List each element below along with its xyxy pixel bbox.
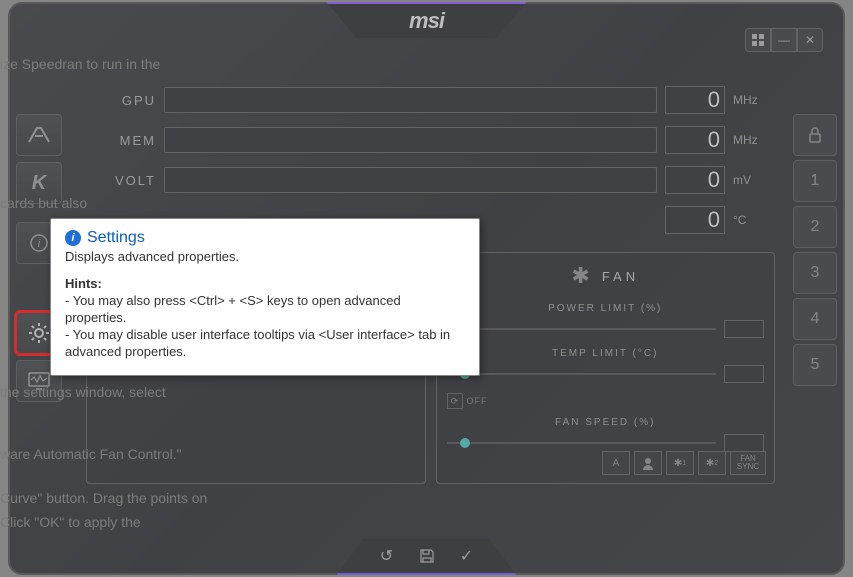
- gpu-unit: MHz: [733, 93, 775, 107]
- power-limit-label: POWER LIMIT (%): [447, 303, 765, 314]
- auto-a-button[interactable]: A: [602, 451, 630, 475]
- windows-button[interactable]: [745, 28, 771, 52]
- auto-icon: ⟳: [447, 393, 463, 409]
- profile-1-button[interactable]: 1: [793, 160, 837, 202]
- mem-value: 0: [665, 126, 725, 154]
- fan-auto-toggle[interactable]: ⟳ OFF: [447, 393, 765, 409]
- profile-3-button[interactable]: 3: [793, 252, 837, 294]
- fan-panel: ✱ FAN POWER LIMIT (%) TEMP LIMIT (°C): [436, 252, 776, 484]
- save-button[interactable]: [413, 544, 441, 568]
- tooltip-desc: Displays advanced properties.: [65, 249, 465, 264]
- tooltip-hint-2: - You may disable user interface tooltip…: [65, 327, 465, 361]
- user-button[interactable]: [634, 451, 662, 475]
- apply-button[interactable]: ✓: [453, 544, 481, 568]
- volt-label: VOLT: [86, 173, 156, 188]
- power-limit-value[interactable]: [724, 320, 764, 338]
- fan-speed-label: FAN SPEED (%): [447, 417, 765, 428]
- window-controls: — ✕: [745, 28, 823, 52]
- gpu-value: 0: [665, 86, 725, 114]
- svg-text:i: i: [38, 238, 41, 250]
- tooltip-hints-label: Hints:: [65, 276, 465, 291]
- lock-button[interactable]: [793, 114, 837, 156]
- temp-limit-slider[interactable]: [447, 373, 717, 375]
- minimize-button[interactable]: —: [771, 28, 797, 52]
- auto-label: OFF: [467, 396, 488, 406]
- temp-unit: °C: [733, 213, 775, 227]
- mem-readout: MEM 0 MHz: [86, 124, 775, 156]
- gpu-bar: [164, 87, 657, 113]
- volt-unit: mV: [733, 173, 775, 187]
- tooltip-title: Settings: [87, 229, 145, 247]
- mem-bar: [164, 127, 657, 153]
- gaming-mode-button[interactable]: [16, 114, 62, 156]
- readouts: GPU 0 MHz MEM 0 MHz VOLT 0 mV 0 °: [86, 84, 775, 236]
- reset-button[interactable]: ↺: [373, 544, 401, 568]
- volt-value: 0: [665, 166, 725, 194]
- tooltip-hint-1: - You may also press <Ctrl> + <S> keys t…: [65, 293, 465, 327]
- bg-text: cards but also: [0, 195, 87, 211]
- power-limit-slider[interactable]: [447, 328, 717, 330]
- bg-text: Curve" button. Drag the points on: [0, 490, 207, 506]
- fan1-button[interactable]: ✱1: [666, 451, 694, 475]
- settings-tooltip: i Settings Displays advanced properties.…: [50, 218, 480, 376]
- profile-4-button[interactable]: 4: [793, 298, 837, 340]
- bottom-notch: ↺ ✓: [337, 539, 517, 575]
- fan-icon: ✱: [571, 263, 593, 289]
- temp-readout: 0 °C: [595, 204, 775, 236]
- bg-text: ware Automatic Fan Control.": [0, 446, 182, 462]
- top-notch: msi: [327, 2, 527, 38]
- close-button[interactable]: ✕: [797, 28, 823, 52]
- temp-value: 0: [665, 206, 725, 234]
- fan-speed-slider[interactable]: [447, 442, 717, 444]
- gpu-label: GPU: [86, 93, 156, 108]
- fan2-button[interactable]: ✱2: [698, 451, 726, 475]
- volt-readout: VOLT 0 mV: [86, 164, 775, 196]
- profile-2-button[interactable]: 2: [793, 206, 837, 248]
- bg-text: Click "OK" to apply the: [0, 514, 141, 530]
- mem-label: MEM: [86, 133, 156, 148]
- bg-text: ize Speedran to run in the: [0, 56, 160, 72]
- right-sidebar: 1 2 3 4 5: [793, 114, 837, 386]
- fan-panel-title: ✱ FAN: [447, 263, 765, 289]
- fan-sync-button[interactable]: FANSYNC: [730, 451, 766, 475]
- profile-5-button[interactable]: 5: [793, 344, 837, 386]
- temp-limit-value[interactable]: [724, 365, 764, 383]
- bg-text: the settings window, select: [0, 384, 166, 400]
- mem-unit: MHz: [733, 133, 775, 147]
- info-icon: i: [65, 230, 81, 246]
- msi-logo: msi: [409, 8, 444, 34]
- fan-bottom-icons: A ✱1 ✱2 FANSYNC: [602, 451, 766, 475]
- fan-speed-value[interactable]: [724, 434, 764, 452]
- volt-bar: [164, 167, 657, 193]
- gpu-readout: GPU 0 MHz: [86, 84, 775, 116]
- temp-limit-label: TEMP LIMIT (°C): [447, 348, 765, 359]
